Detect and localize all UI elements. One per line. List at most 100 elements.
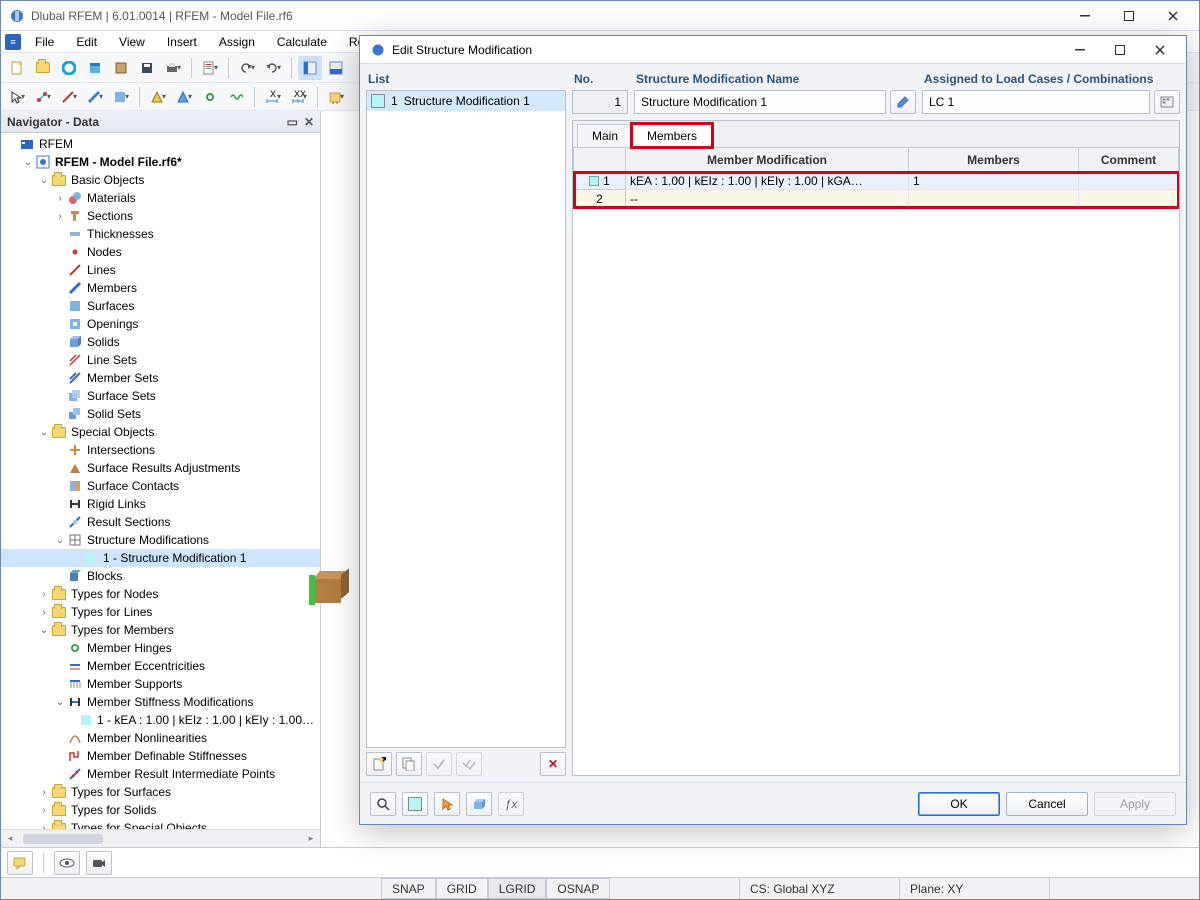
isometric-view-icon[interactable]	[466, 792, 492, 816]
support-node-icon[interactable]: ▾	[146, 85, 170, 109]
tree-item[interactable]: ⌄Special Objects	[1, 423, 320, 441]
undo-icon[interactable]: ▾	[235, 56, 259, 80]
tree-item[interactable]: Member Sets	[1, 369, 320, 387]
tree-item[interactable]: Openings	[1, 315, 320, 333]
tree-item[interactable]: Member Supports	[1, 675, 320, 693]
dialog-maximize-button[interactable]	[1100, 37, 1140, 63]
dimension-x-icon[interactable]: x▾	[261, 85, 285, 109]
tree-item[interactable]: Nodes	[1, 243, 320, 261]
tree-item[interactable]: Blocks	[1, 567, 320, 585]
menu-edit[interactable]: Edit	[66, 33, 107, 51]
status-grid[interactable]: GRID	[436, 878, 488, 899]
tab-main[interactable]: Main	[577, 124, 633, 147]
assign-picker-icon[interactable]	[1154, 90, 1180, 114]
assign-field[interactable]: LC 1	[922, 90, 1150, 114]
tree-item[interactable]: Solids	[1, 333, 320, 351]
function-icon[interactable]: ƒx	[498, 792, 524, 816]
col-members[interactable]: Members	[909, 148, 1079, 172]
table-row[interactable]: 1 kEA : 1.00 | kEIz : 1.00 | kEIy : 1.00…	[574, 172, 1179, 190]
menu-file[interactable]: File	[25, 33, 64, 51]
load-combo-icon[interactable]: ▾	[324, 85, 348, 109]
menu-insert[interactable]: Insert	[157, 33, 207, 51]
tree-item[interactable]: ›Types for Special Objects	[1, 819, 320, 829]
navigator-tree[interactable]: RFEM ⌄RFEM - Model File.rf6* ⌄Basic Obje…	[1, 133, 320, 829]
new-item-icon[interactable]: ★	[366, 752, 392, 776]
spring-icon[interactable]	[224, 85, 248, 109]
name-field[interactable]: Structure Modification 1	[634, 90, 886, 114]
tree-item[interactable]: ⌄Member Stiffness Modifications	[1, 693, 320, 711]
tree-item[interactable]: Lines	[1, 261, 320, 279]
zoom-icon[interactable]	[370, 792, 396, 816]
block-manager-icon[interactable]	[83, 56, 107, 80]
tree-item[interactable]: 1 - Structure Modification 1	[1, 549, 320, 567]
members-grid[interactable]: Member Modification Members Comment 1 kE…	[573, 147, 1179, 775]
tree-item[interactable]: Surface Sets	[1, 387, 320, 405]
status-plane[interactable]: Plane: XY	[899, 878, 1049, 899]
maximize-button[interactable]	[1107, 2, 1151, 30]
tree-item[interactable]: Surfaces	[1, 297, 320, 315]
tree-item[interactable]: Member Hinges	[1, 639, 320, 657]
node-tool-icon[interactable]: ▾	[31, 85, 55, 109]
select-in-model-icon[interactable]	[434, 792, 460, 816]
tree-item[interactable]: Line Sets	[1, 351, 320, 369]
tree-item[interactable]: ›Types for Solids	[1, 801, 320, 819]
current-model-icon[interactable]	[109, 56, 133, 80]
modification-list[interactable]: 1 Structure Modification 1	[366, 90, 566, 748]
redo-icon[interactable]: ▾	[261, 56, 285, 80]
surface-tool-icon[interactable]: ▾	[109, 85, 133, 109]
tree-item[interactable]: Member Result Intermediate Points	[1, 765, 320, 783]
camera-icon[interactable]	[86, 851, 112, 875]
tree-item[interactable]: ⌄Structure Modifications	[1, 531, 320, 549]
tree-item[interactable]: Rigid Links	[1, 495, 320, 513]
tree-item[interactable]: Member Eccentricities	[1, 657, 320, 675]
navigator-float-icon[interactable]: ▭	[287, 115, 298, 129]
tree-item[interactable]: Intersections	[1, 441, 320, 459]
status-snap[interactable]: SNAP	[381, 878, 436, 899]
member-tool-icon[interactable]: ▾	[83, 85, 107, 109]
tab-members[interactable]: Members	[632, 124, 712, 147]
status-lgrid[interactable]: LGRID	[488, 878, 547, 899]
check-all-icon[interactable]	[456, 752, 482, 776]
tree-item[interactable]: ›Sections	[1, 207, 320, 225]
tree-item[interactable]: Surface Results Adjustments	[1, 459, 320, 477]
line-tool-icon[interactable]: ▾	[57, 85, 81, 109]
tree-item[interactable]: ›Types for Lines	[1, 603, 320, 621]
col-member-modification[interactable]: Member Modification	[626, 148, 909, 172]
status-osnap[interactable]: OSNAP	[546, 878, 610, 899]
close-button[interactable]	[1151, 2, 1195, 30]
tree-item[interactable]: Solid Sets	[1, 405, 320, 423]
navigator-close-icon[interactable]: ✕	[304, 115, 314, 129]
dimension-xx-icon[interactable]: xx▾	[287, 85, 311, 109]
tree-item[interactable]: Result Sections	[1, 513, 320, 531]
tree-item[interactable]: 1 - kEA : 1.00 | kEIz : 1.00 | kEIy : 1.…	[1, 711, 320, 729]
tree-item[interactable]: ›Materials	[1, 189, 320, 207]
ok-button[interactable]: OK	[918, 792, 1000, 816]
tables-toggle-icon[interactable]	[324, 56, 348, 80]
dialog-close-button[interactable]	[1140, 37, 1180, 63]
open-file-icon[interactable]	[31, 56, 55, 80]
print-icon[interactable]: ▾	[161, 56, 185, 80]
tree-item[interactable]: Surface Contacts	[1, 477, 320, 495]
table-row[interactable]: 2 --	[574, 190, 1179, 208]
tree-item[interactable]: Member Definable Stiffnesses	[1, 747, 320, 765]
dialog-minimize-button[interactable]	[1060, 37, 1100, 63]
tree-item[interactable]: ›Types for Surfaces	[1, 783, 320, 801]
new-file-icon[interactable]	[5, 56, 29, 80]
delete-item-icon[interactable]: ✕	[540, 752, 566, 776]
check-item-icon[interactable]	[426, 752, 452, 776]
eye-icon[interactable]	[54, 851, 80, 875]
status-cs[interactable]: CS: Global XYZ	[739, 878, 899, 899]
apply-button[interactable]: Apply	[1094, 792, 1176, 816]
tree-item[interactable]: Members	[1, 279, 320, 297]
list-item[interactable]: 1 Structure Modification 1	[367, 91, 565, 111]
support-line-icon[interactable]: ▾	[172, 85, 196, 109]
menu-calculate[interactable]: Calculate	[267, 33, 337, 51]
manager-icon[interactable]	[57, 56, 81, 80]
comment-icon[interactable]	[7, 851, 33, 875]
tree-item[interactable]: Thicknesses	[1, 225, 320, 243]
navigator-toggle-icon[interactable]	[298, 56, 322, 80]
select-icon[interactable]: ▾	[5, 85, 29, 109]
cancel-button[interactable]: Cancel	[1006, 792, 1088, 816]
minimize-button[interactable]	[1063, 2, 1107, 30]
printout-report-icon[interactable]: ▾	[198, 56, 222, 80]
